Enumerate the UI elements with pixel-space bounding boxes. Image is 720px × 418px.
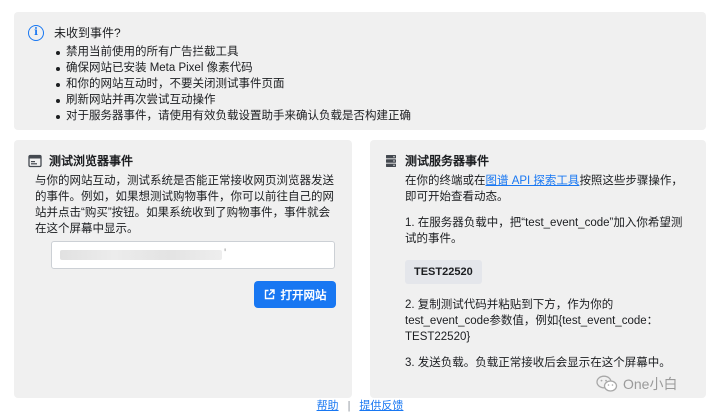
open-website-label: 打开网站 [280, 289, 327, 302]
browser-events-description: 与你的网站互动，测试系统是否能正常接收网页浏览器发送的事件。例如，如果想测试购物… [35, 175, 334, 235]
external-link-icon [264, 289, 275, 300]
watermark: One小白 [596, 372, 677, 396]
tips-title: 未收到事件? [54, 26, 121, 40]
wechat-icon [596, 375, 618, 392]
graph-api-explorer-link[interactable]: 图谱 API 探索工具 [486, 175, 580, 187]
blurred-url [60, 250, 222, 260]
info-icon: i [28, 25, 44, 41]
website-url-input[interactable]: ' [51, 241, 335, 269]
server-events-panel: 测试服务器事件 在你的终端或在图谱 API 探索工具按照这些步骤操作，即可开始查… [370, 140, 706, 398]
open-website-button[interactable]: 打开网站 [254, 281, 336, 308]
server-step-1: 1. 在服务器负载中，把“test_event_code”加入你希望测试的事件。 [405, 217, 683, 245]
tips-panel: i 未收到事件? 禁用当前使用的所有广告拦截工具 确保网站已安装 Meta Pi… [14, 12, 706, 130]
server-events-title: 测试服务器事件 [405, 154, 490, 168]
footer: 帮助 | 提供反馈 [0, 399, 720, 413]
tips-list: 禁用当前使用的所有广告拦截工具 确保网站已安装 Meta Pixel 像素代码 … [54, 44, 411, 124]
server-icon [386, 154, 396, 167]
feedback-link[interactable]: 提供反馈 [359, 400, 403, 412]
server-events-intro: 在你的终端或在图谱 API 探索工具按照这些步骤操作，即可开始查看动态。 [384, 173, 692, 205]
url-input-tail: ' [224, 248, 227, 260]
tips-item: 对于服务器事件，请使用有效负载设置助手来确认负载是否构建正确 [54, 108, 411, 124]
server-step-2: 2. 复制测试代码并粘贴到下方，作为你的test_event_code参数值，例… [405, 299, 659, 343]
footer-separator: | [347, 400, 351, 412]
server-step-3: 3. 发送负载。负载正常接收后会显示在这个屏幕中。 [405, 357, 671, 369]
tips-item: 和你的网站互动时，不要关闭测试事件页面 [54, 76, 411, 92]
watermark-text: One小白 [623, 376, 678, 392]
browser-events-title: 测试浏览器事件 [49, 154, 134, 168]
tips-item: 刷新网站并再次尝试互动操作 [54, 92, 411, 108]
tips-item: 确保网站已安装 Meta Pixel 像素代码 [54, 60, 411, 76]
browser-events-panel: 测试浏览器事件 与你的网站互动，测试系统是否能正常接收网页浏览器发送的事件。例如… [14, 140, 352, 398]
browser-window-icon [28, 154, 42, 167]
help-link[interactable]: 帮助 [317, 400, 339, 412]
tips-item: 禁用当前使用的所有广告拦截工具 [54, 44, 411, 60]
test-event-code-chip[interactable]: TEST22520 [405, 260, 482, 284]
intro-text: 在你的终端或在 [405, 175, 486, 187]
